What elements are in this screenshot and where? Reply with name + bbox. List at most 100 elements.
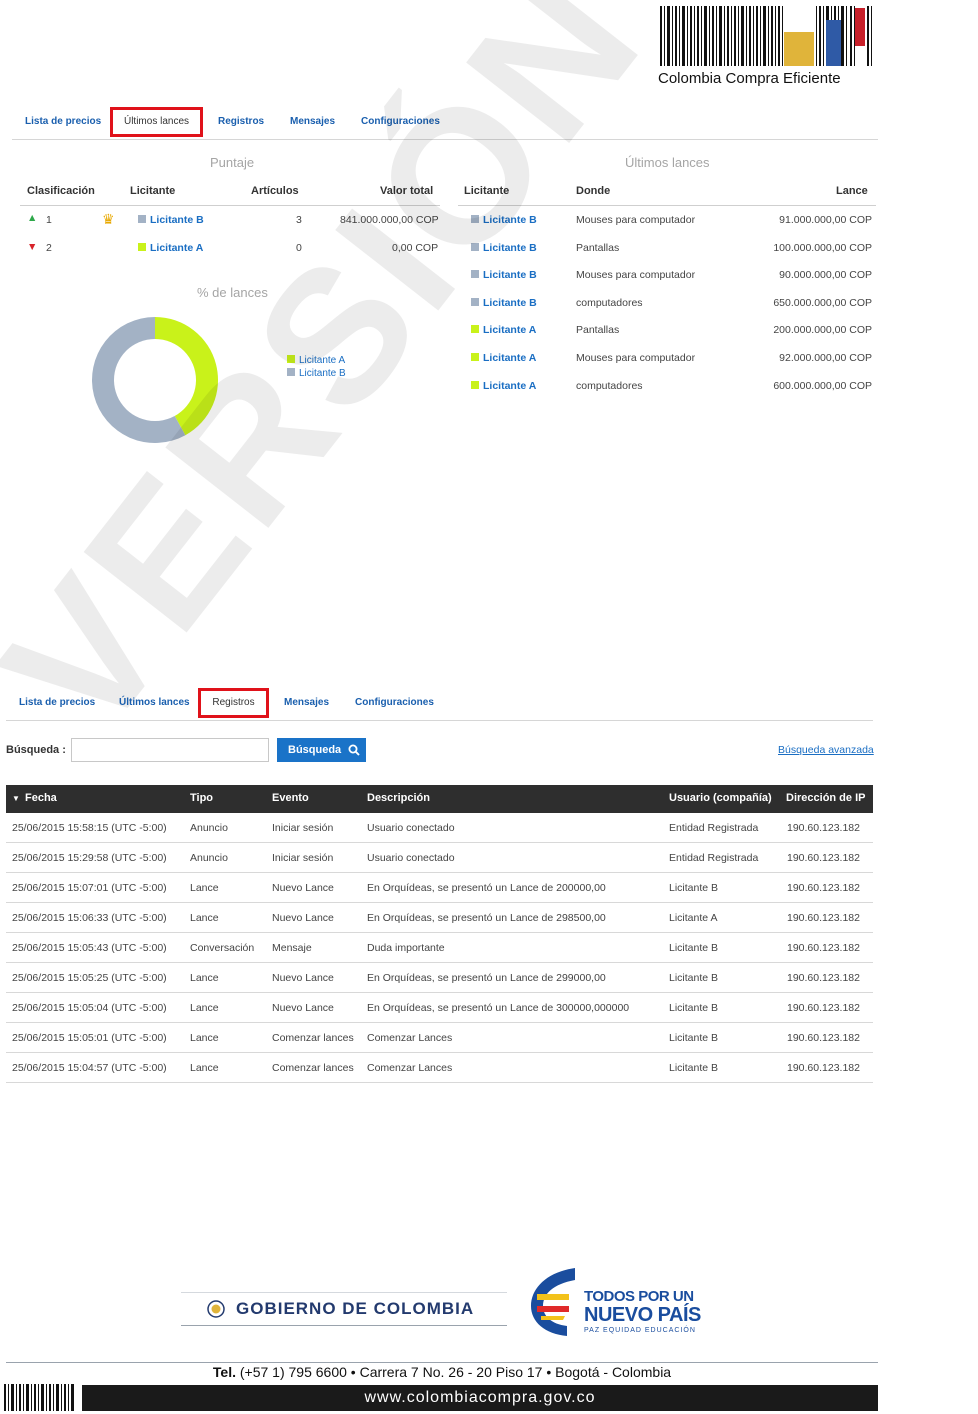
cell-evento: Mensaje — [272, 942, 312, 954]
tab-configuraciones[interactable]: Configuraciones — [355, 688, 434, 718]
tab-lista-de-precios[interactable]: Lista de precios — [19, 688, 95, 718]
rank-down-icon: ▼ — [27, 241, 38, 253]
lance-bidder-link[interactable]: Licitante B — [483, 297, 537, 309]
footer-barcode-icon — [4, 1384, 74, 1411]
cell-usuario: Licitante B — [669, 1002, 719, 1014]
lance-where: Mouses para computador — [576, 269, 696, 282]
coat-of-arms-icon — [207, 1300, 225, 1318]
col-header-tipo[interactable]: Tipo — [190, 792, 213, 804]
legend-label: Licitante A — [299, 355, 346, 366]
tab-configuraciones[interactable]: Configuraciones — [361, 107, 440, 137]
bidder-swatch — [471, 325, 479, 334]
table-row[interactable]: 25/06/2015 15:29:58 (UTC -5:00) Anuncio In… — [6, 843, 873, 873]
col-header-ip[interactable]: Dirección de IP — [786, 792, 865, 804]
tab-registros[interactable]: Registros — [218, 107, 264, 137]
cell-descripcion: Comenzar Lances — [367, 1062, 453, 1074]
search-icon — [348, 744, 360, 756]
donut-chart — [92, 317, 219, 443]
cell-evento: Nuevo Lance — [272, 1002, 334, 1014]
sort-desc-icon[interactable]: ▼ — [12, 794, 20, 803]
cell-fecha: 25/06/2015 15:58:15 (UTC -5:00) — [12, 822, 167, 834]
cell-evento: Iniciar sesión — [272, 822, 334, 834]
tel-label: Tel. — [212, 1364, 236, 1380]
score-bidder-link[interactable]: Licitante A — [150, 242, 203, 254]
score-articles: 0 — [296, 242, 302, 254]
cell-descripcion: Usuario conectado — [367, 822, 455, 834]
donut-legend: Licitante A Licitante B — [287, 355, 346, 381]
col-header-evento[interactable]: Evento — [272, 792, 309, 804]
score-bidder[interactable]: Licitante A — [138, 242, 203, 254]
cell-evento: Nuevo Lance — [272, 882, 334, 894]
search-input[interactable] — [71, 738, 269, 762]
cell-descripcion: Duda importante — [367, 942, 445, 954]
cell-evento: Comenzar lances — [272, 1032, 354, 1044]
lance-bidder[interactable]: Licitante B — [471, 214, 537, 226]
col-header-usuario[interactable]: Usuario (compañía) — [669, 792, 772, 804]
website-link[interactable]: www.colombiacompra.gov.co — [364, 1389, 595, 1406]
lance-bidder[interactable]: Licitante A — [471, 380, 536, 392]
score-title: Puntaje — [210, 155, 255, 170]
tab-ultimos-lances[interactable]: Últimos lances — [110, 107, 203, 137]
cell-ip: 190.60.123.182 — [787, 882, 860, 894]
cell-tipo: Lance — [190, 912, 219, 924]
table-row[interactable]: 25/06/2015 15:05:01 (UTC -5:00) Lance Come… — [6, 1023, 873, 1053]
bidder-swatch — [471, 215, 479, 223]
nuevo-pais-logo: TODOS POR UN NUEVO PAÍS PAZ EQUIDAD EDUC… — [527, 1266, 707, 1338]
score-bidder[interactable]: Licitante B — [138, 214, 204, 226]
cell-fecha: 25/06/2015 15:04:57 (UTC -5:00) — [12, 1062, 167, 1074]
col-header-fecha[interactable]: Fecha — [25, 792, 57, 804]
search-button[interactable]: Búsqueda — [277, 738, 366, 762]
lance-bidder-link[interactable]: Licitante B — [483, 269, 537, 281]
advanced-search-link[interactable]: Búsqueda avanzada — [778, 744, 874, 756]
table-row[interactable]: 25/06/2015 15:05:25 (UTC -5:00) Lance Nuev… — [6, 963, 873, 993]
cell-tipo: Anuncio — [190, 822, 228, 834]
gov-logo: GOBIERNO DE COLOMBIA — [181, 1292, 507, 1326]
lance-bidder[interactable]: Licitante B — [471, 242, 537, 254]
table-row[interactable]: 25/06/2015 15:05:43 (UTC -5:00) Conversac… — [6, 933, 873, 963]
cell-evento: Nuevo Lance — [272, 912, 334, 924]
lance-where: Mouses para computador — [576, 352, 696, 364]
score-header-bidder: Licitante — [130, 185, 176, 197]
table-row[interactable]: 25/06/2015 15:07:01 (UTC -5:00) Lance Nuev… — [6, 873, 873, 903]
footer-website-bar: www.colombiacompra.gov.co — [82, 1385, 878, 1411]
lances-header-bidder: Licitante — [464, 185, 510, 197]
lance-amount: 650.000.000,00 COP — [773, 296, 872, 309]
cell-descripcion: En Orquídeas, se presentó un Lance de 29… — [367, 912, 606, 924]
lance-where: computadores — [576, 379, 643, 392]
slogan-line-2: NUEVO PAÍS — [584, 1304, 701, 1326]
table-row[interactable]: 25/06/2015 15:06:33 (UTC -5:00) Lance Nuev… — [6, 903, 873, 933]
lance-bidder[interactable]: Licitante B — [471, 269, 537, 281]
table-row[interactable]: 25/06/2015 15:58:15 (UTC -5:00) Anuncio In… — [6, 813, 873, 843]
lance-amount: 92.000.000,00 COP — [779, 352, 872, 364]
lance-bidder-link[interactable]: Licitante A — [483, 352, 536, 364]
cell-tipo: Anuncio — [190, 852, 228, 864]
lance-bidder[interactable]: Licitante A — [471, 352, 536, 364]
bidder-b-swatch — [138, 215, 146, 223]
lance-bidder-link[interactable]: Licitante A — [483, 380, 536, 392]
lance-bidder[interactable]: Licitante B — [471, 297, 537, 309]
legend-swatch-a — [287, 355, 295, 363]
cell-descripcion: Comenzar Lances — [367, 1032, 453, 1044]
tab-lista-de-precios[interactable]: Lista de precios — [25, 107, 101, 137]
lance-bidder[interactable]: Licitante A — [471, 324, 536, 336]
table-row[interactable]: 25/06/2015 15:04:57 (UTC -5:00) Lance Come… — [6, 1053, 873, 1083]
lance-bidder-link[interactable]: Licitante B — [483, 242, 537, 254]
col-header-descripcion[interactable]: Descripción — [367, 792, 430, 804]
lance-bidder-link[interactable]: Licitante A — [483, 324, 536, 336]
tab-ultimos-lances[interactable]: Últimos lances — [119, 688, 190, 718]
legend-item: Licitante B — [287, 368, 346, 381]
lance-bidder-link[interactable]: Licitante B — [483, 214, 537, 226]
table-row[interactable]: 25/06/2015 15:05:04 (UTC -5:00) Lance Nuev… — [6, 993, 873, 1023]
cell-fecha: 25/06/2015 15:05:25 (UTC -5:00) — [12, 972, 167, 984]
contact-text: (+57 1) 795 6600 • Carrera 7 No. 26 - 20… — [239, 1364, 672, 1380]
cell-usuario: Licitante A — [669, 912, 718, 924]
tab-mensajes[interactable]: Mensajes — [284, 688, 329, 718]
score-bidder-link[interactable]: Licitante B — [150, 214, 204, 226]
cell-usuario: Licitante B — [669, 1032, 719, 1044]
footer-contact: Tel. (+57 1) 795 6600 • Carrera 7 No. 26… — [6, 1362, 878, 1385]
tab-mensajes[interactable]: Mensajes — [290, 107, 335, 137]
nuevo-pais-emblem-icon — [531, 1268, 575, 1336]
cell-descripcion: Usuario conectado — [367, 852, 455, 864]
tab-registros[interactable]: Registros — [198, 688, 269, 718]
cell-tipo: Lance — [190, 1002, 219, 1014]
